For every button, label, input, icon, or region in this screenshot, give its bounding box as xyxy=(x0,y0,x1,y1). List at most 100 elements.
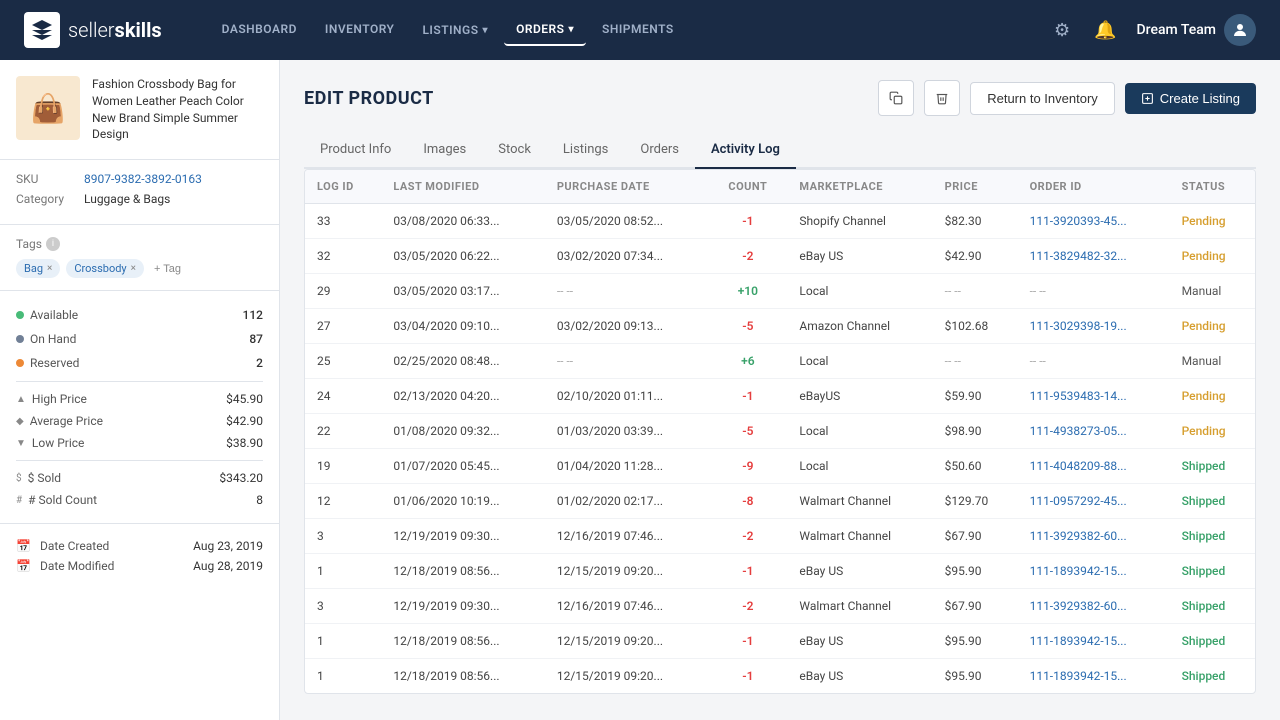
reserved-dot xyxy=(16,359,24,367)
cell-status: Shipped xyxy=(1170,659,1255,694)
cell-log-id: 25 xyxy=(305,344,381,379)
tab-product-info[interactable]: Product Info xyxy=(304,132,407,169)
create-listing-button[interactable]: Create Listing xyxy=(1125,83,1256,114)
high-price-row: ▲ High Price $45.90 xyxy=(16,388,263,410)
cell-purchase-date: -- -- xyxy=(545,344,709,379)
brand-logo-link[interactable]: sellerskills xyxy=(24,12,162,48)
delete-button[interactable] xyxy=(924,80,960,116)
return-to-inventory-button[interactable]: Return to Inventory xyxy=(970,82,1115,115)
cell-count: -1 xyxy=(708,204,787,239)
sku-value[interactable]: 8907-9382-3892-0163 xyxy=(84,172,202,186)
order-id-link[interactable]: 111-3829482-32... xyxy=(1030,249,1127,263)
cell-last-modified: 03/08/2020 06:33... xyxy=(381,204,545,239)
cell-count: -1 xyxy=(708,624,787,659)
category-value: Luggage & Bags xyxy=(84,192,170,206)
nav-settings-icon[interactable]: ⚙ xyxy=(1050,16,1074,45)
duplicate-button[interactable] xyxy=(878,80,914,116)
page-title: EDIT PRODUCT xyxy=(304,88,434,109)
cell-count: -8 xyxy=(708,484,787,519)
nav-shipments[interactable]: SHIPMENTS xyxy=(590,14,686,46)
table-row: 22 01/08/2020 09:32... 01/03/2020 03:39.… xyxy=(305,414,1255,449)
col-order-id: ORDER ID xyxy=(1018,170,1170,204)
add-tag-button[interactable]: + Tag xyxy=(150,261,185,277)
product-card: 👜 Fashion Crossbody Bag for Women Leathe… xyxy=(0,60,279,160)
nav-orders[interactable]: ORDERS xyxy=(504,14,586,46)
nav-dashboard[interactable]: DASHBOARD xyxy=(210,14,309,46)
date-modified-label: 📅 Date Modified xyxy=(16,559,114,573)
cell-marketplace: Shopify Channel xyxy=(787,204,932,239)
order-id-link[interactable]: 111-9539483-14... xyxy=(1030,389,1127,403)
cell-status: Shipped xyxy=(1170,624,1255,659)
col-purchase-date: PURCHASE DATE xyxy=(545,170,709,204)
tab-images[interactable]: Images xyxy=(407,132,482,169)
cell-status: Pending xyxy=(1170,379,1255,414)
cell-marketplace: eBay US xyxy=(787,554,932,589)
cell-marketplace: Local xyxy=(787,344,932,379)
order-id-link[interactable]: 111-3929382-60... xyxy=(1030,599,1127,613)
cell-order-id: 111-1893942-15... xyxy=(1018,554,1170,589)
date-modified-row: 📅 Date Modified Aug 28, 2019 xyxy=(16,556,263,576)
cell-status: Shipped xyxy=(1170,484,1255,519)
cell-count: -5 xyxy=(708,414,787,449)
cell-log-id: 32 xyxy=(305,239,381,274)
col-status: STATUS xyxy=(1170,170,1255,204)
tag-crossbody: Crossbody × xyxy=(66,259,144,278)
order-id-link[interactable]: 111-4938273-05... xyxy=(1030,424,1127,438)
date-created-label: 📅 Date Created xyxy=(16,539,109,553)
nav-inventory[interactable]: INVENTORY xyxy=(313,14,407,46)
col-marketplace: MARKETPLACE xyxy=(787,170,932,204)
brand-text: sellerskills xyxy=(68,18,162,42)
cell-status: Manual xyxy=(1170,274,1255,309)
order-id-link[interactable]: 111-3929382-60... xyxy=(1030,529,1127,543)
cell-status: Shipped xyxy=(1170,519,1255,554)
tab-orders[interactable]: Orders xyxy=(624,132,695,169)
cell-marketplace: Local xyxy=(787,414,932,449)
order-id-link[interactable]: 111-0957292-45... xyxy=(1030,494,1127,508)
cell-log-id: 29 xyxy=(305,274,381,309)
tag-bag-remove[interactable]: × xyxy=(47,263,52,274)
order-id-link[interactable]: 111-1893942-15... xyxy=(1030,634,1127,648)
cell-price: $67.90 xyxy=(933,519,1018,554)
cell-last-modified: 12/19/2019 09:30... xyxy=(381,589,545,624)
order-id-link[interactable]: 111-1893942-15... xyxy=(1030,669,1127,683)
tag-crossbody-remove[interactable]: × xyxy=(131,263,136,274)
table-header-row: LOG ID LAST MODIFIED PURCHASE DATE COUNT… xyxy=(305,170,1255,204)
onhand-row: On Hand 87 xyxy=(16,327,263,351)
cell-log-id: 3 xyxy=(305,519,381,554)
available-value: 112 xyxy=(243,308,263,322)
cell-log-id: 1 xyxy=(305,624,381,659)
page-header: EDIT PRODUCT Return to Inventory Create … xyxy=(304,80,1256,116)
cell-price: $82.30 xyxy=(933,204,1018,239)
cell-order-id: 111-4048209-88... xyxy=(1018,449,1170,484)
sidebar-tags: Tags i Bag × Crossbody × + Tag xyxy=(0,225,279,291)
date-created-row: 📅 Date Created Aug 23, 2019 xyxy=(16,536,263,556)
available-dot xyxy=(16,311,24,319)
reserved-value: 2 xyxy=(256,356,263,370)
nav-bell-icon[interactable]: 🔔 xyxy=(1090,16,1120,45)
tag-bag: Bag × xyxy=(16,259,60,278)
avg-price-row: ◆ Average Price $42.90 xyxy=(16,410,263,432)
tab-activity-log[interactable]: Activity Log xyxy=(695,132,796,169)
cell-order-id: 111-3929382-60... xyxy=(1018,519,1170,554)
product-title: Fashion Crossbody Bag for Women Leather … xyxy=(92,76,263,143)
tab-listings[interactable]: Listings xyxy=(547,132,624,169)
cell-status: Pending xyxy=(1170,204,1255,239)
order-id-link[interactable]: 111-3920393-45... xyxy=(1030,214,1127,228)
cell-count: -9 xyxy=(708,449,787,484)
order-id-link[interactable]: 111-4048209-88... xyxy=(1030,459,1127,473)
table-row: 32 03/05/2020 06:22... 03/02/2020 07:34.… xyxy=(305,239,1255,274)
cell-last-modified: 03/05/2020 03:17... xyxy=(381,274,545,309)
sku-row: SKU 8907-9382-3892-0163 xyxy=(16,172,263,186)
cell-status: Shipped xyxy=(1170,449,1255,484)
order-id-link[interactable]: 111-3029398-19... xyxy=(1030,319,1127,333)
cell-price: -- -- xyxy=(933,344,1018,379)
sold-count-row: # # Sold Count 8 xyxy=(16,489,263,511)
low-price-row: ▼ Low Price $38.90 xyxy=(16,432,263,454)
cell-count: -1 xyxy=(708,379,787,414)
order-id-link[interactable]: 111-1893942-15... xyxy=(1030,564,1127,578)
cell-log-id: 24 xyxy=(305,379,381,414)
user-avatar[interactable] xyxy=(1224,14,1256,46)
tab-stock[interactable]: Stock xyxy=(482,132,547,169)
date-created-value: Aug 23, 2019 xyxy=(193,539,263,553)
nav-listings[interactable]: LISTINGS xyxy=(410,14,500,46)
